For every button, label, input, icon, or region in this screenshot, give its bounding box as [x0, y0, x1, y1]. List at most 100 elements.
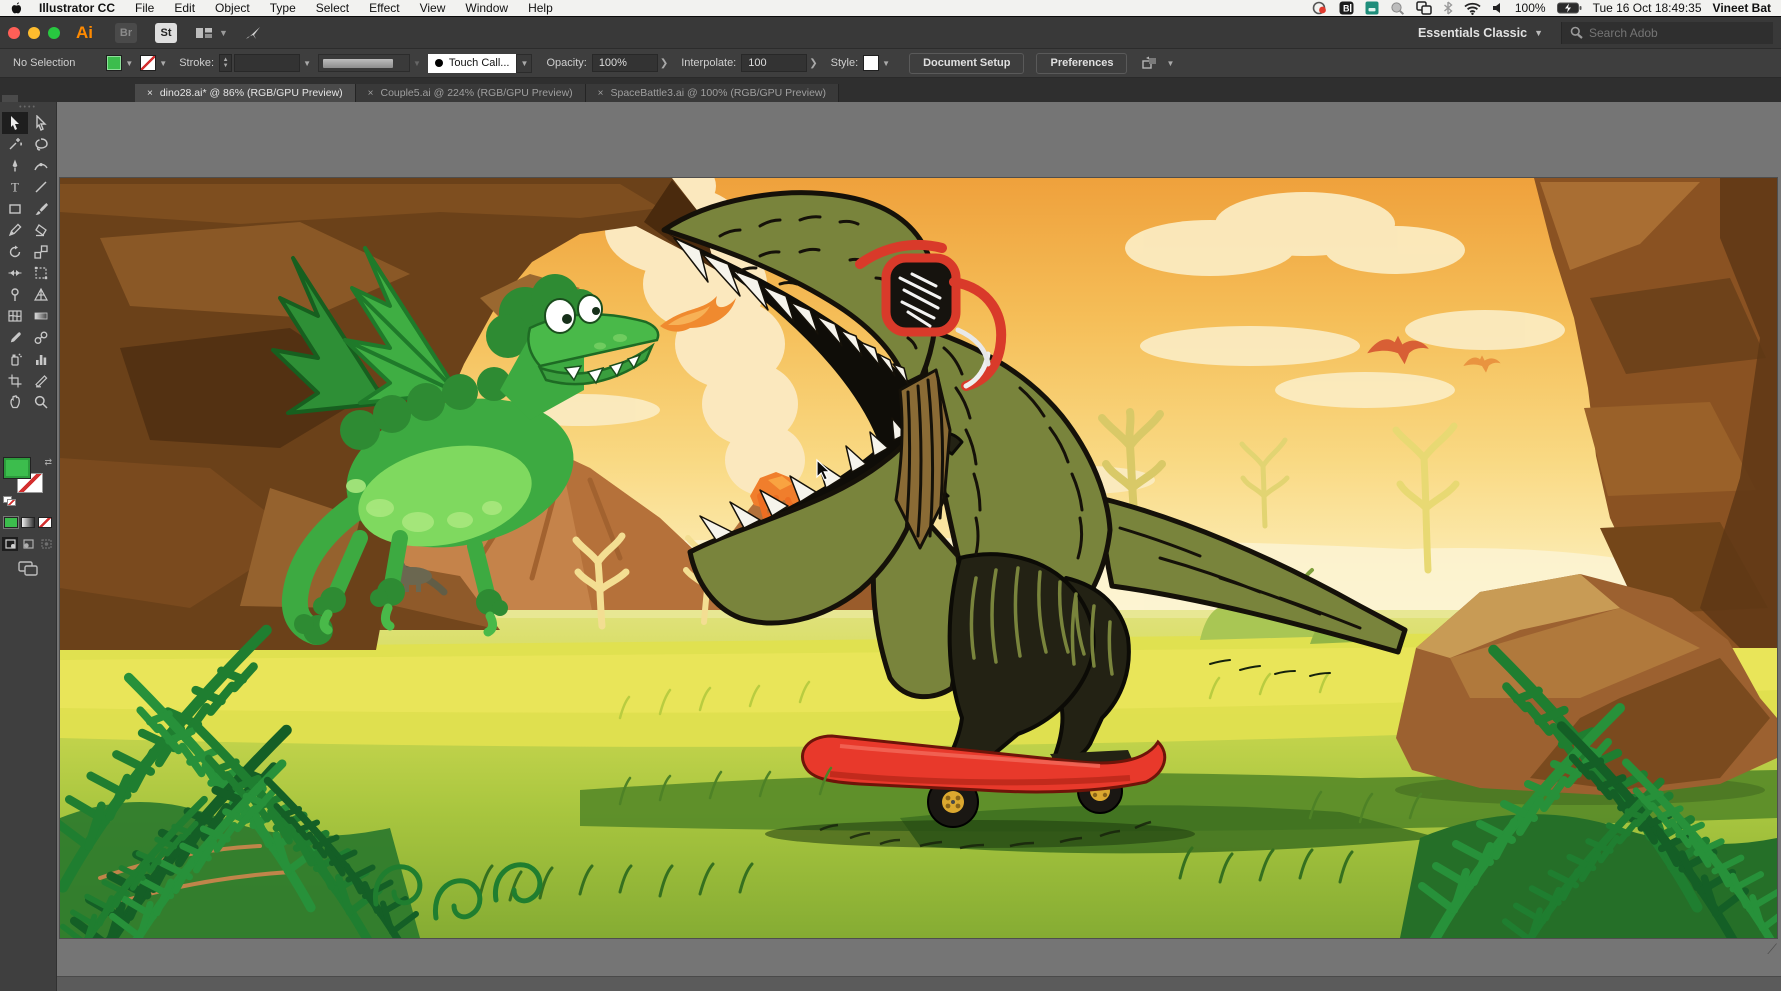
- tool-puppet-warp[interactable]: [2, 284, 28, 306]
- resize-grip[interactable]: ⟋: [1767, 941, 1777, 958]
- teal-app-icon[interactable]: [1365, 1, 1379, 15]
- search-input[interactable]: [1589, 26, 1739, 40]
- close-icon[interactable]: ×: [147, 88, 153, 99]
- chevron-down-icon[interactable]: ▼: [303, 59, 311, 68]
- stroke-weight-stepper[interactable]: ▲▼: [219, 54, 232, 72]
- chevron-right-icon[interactable]: ❯: [809, 58, 817, 69]
- tool-pencil[interactable]: [2, 220, 28, 242]
- arrange-documents-icon[interactable]: ▼: [1141, 56, 1181, 71]
- chevron-down-icon[interactable]: ▼: [882, 59, 890, 68]
- tool-line-segment[interactable]: [28, 177, 54, 199]
- close-icon[interactable]: ×: [598, 88, 604, 99]
- minimize-window-button[interactable]: [28, 27, 40, 39]
- menu-help[interactable]: Help: [528, 1, 553, 15]
- tool-eraser[interactable]: [28, 220, 54, 242]
- draw-normal-button[interactable]: [2, 537, 18, 551]
- tool-column-graph[interactable]: [28, 349, 54, 371]
- opacity-field[interactable]: 100%: [592, 54, 658, 72]
- tool-eyedropper[interactable]: [2, 327, 28, 349]
- document-tab-spacebattle3[interactable]: × SpaceBattle3.ai @ 100% (RGB/GPU Previe…: [586, 84, 839, 102]
- display-mirroring-icon[interactable]: [1416, 1, 1432, 15]
- width-profile-dropdown[interactable]: [318, 54, 410, 72]
- bluetooth-icon[interactable]: [1443, 1, 1453, 15]
- tool-type[interactable]: T: [2, 177, 28, 199]
- chevron-right-icon[interactable]: ❯: [660, 58, 668, 69]
- tool-symbol-sprayer[interactable]: [2, 349, 28, 371]
- adobe-stock-button[interactable]: St: [155, 23, 177, 43]
- tool-paintbrush[interactable]: [28, 198, 54, 220]
- tool-hand[interactable]: [2, 392, 28, 414]
- wifi-icon[interactable]: [1464, 2, 1481, 15]
- draw-inside-button[interactable]: [38, 537, 54, 551]
- bridge-button[interactable]: Br: [115, 23, 137, 43]
- menubar-user[interactable]: Vineet Bat: [1713, 1, 1771, 15]
- document-setup-button[interactable]: Document Setup: [909, 53, 1024, 74]
- menu-window[interactable]: Window: [465, 1, 508, 15]
- menu-select[interactable]: Select: [316, 1, 349, 15]
- tool-zoom[interactable]: [28, 392, 54, 414]
- menu-view[interactable]: View: [420, 1, 446, 15]
- interpolate-field[interactable]: 100: [741, 54, 807, 72]
- tool-magic-wand[interactable]: [2, 134, 28, 156]
- battery-charging-icon[interactable]: [1557, 2, 1582, 14]
- chevron-down-icon[interactable]: ▼: [159, 59, 167, 68]
- fill-swatch[interactable]: [3, 457, 31, 479]
- volume-icon[interactable]: [1492, 2, 1504, 14]
- tool-free-transform[interactable]: [28, 263, 54, 285]
- close-icon[interactable]: ×: [368, 88, 374, 99]
- screen-recorder-icon[interactable]: [1312, 1, 1328, 15]
- search-box[interactable]: [1561, 22, 1773, 44]
- tool-artboard[interactable]: [2, 370, 28, 392]
- chevron-down-icon[interactable]: ▼: [413, 59, 421, 68]
- tool-selection[interactable]: [2, 112, 28, 134]
- menu-effect[interactable]: Effect: [369, 1, 399, 15]
- color-mode-button[interactable]: [4, 517, 18, 528]
- tool-rectangle[interactable]: [2, 198, 28, 220]
- zoom-window-button[interactable]: [48, 27, 60, 39]
- tool-rotate[interactable]: [2, 241, 28, 263]
- chevron-down-icon[interactable]: ▼: [219, 28, 228, 38]
- chevron-down-icon[interactable]: ▼: [125, 59, 133, 68]
- document-tab-couple5[interactable]: × Couple5.ai @ 224% (RGB/GPU Preview): [356, 84, 586, 102]
- tool-lasso[interactable]: [28, 134, 54, 156]
- menu-app-name[interactable]: Illustrator CC: [39, 1, 115, 15]
- gradient-mode-button[interactable]: [21, 517, 35, 528]
- none-mode-button[interactable]: [38, 517, 52, 528]
- tool-gradient[interactable]: [28, 306, 54, 328]
- tool-direct-selection[interactable]: [28, 112, 54, 134]
- tool-blend[interactable]: [28, 327, 54, 349]
- arrange-documents-icon[interactable]: [195, 26, 213, 40]
- tool-pen[interactable]: [2, 155, 28, 177]
- spotlight-icon[interactable]: [1390, 1, 1405, 16]
- menubar-clock[interactable]: Tue 16 Oct 18:49:35: [1593, 1, 1702, 15]
- tool-slice[interactable]: [28, 370, 54, 392]
- close-window-button[interactable]: [8, 27, 20, 39]
- tool-scale[interactable]: [28, 241, 54, 263]
- artboard-canvas[interactable]: [60, 178, 1777, 938]
- document-tab-dino28[interactable]: × dino28.ai* @ 86% (RGB/GPU Preview): [135, 84, 356, 102]
- chevron-down-icon[interactable]: ▼: [516, 54, 532, 73]
- style-swatch[interactable]: [863, 55, 879, 71]
- draw-behind-button[interactable]: [20, 537, 36, 551]
- stroke-weight-field[interactable]: [234, 54, 300, 72]
- boom-app-icon[interactable]: B: [1339, 1, 1354, 15]
- preferences-button[interactable]: Preferences: [1036, 53, 1127, 74]
- tool-curvature[interactable]: [28, 155, 54, 177]
- change-screen-mode-button[interactable]: [0, 561, 56, 576]
- swap-fill-stroke-icon[interactable]: ⇄: [44, 457, 52, 468]
- brush-definition-combo[interactable]: Touch Call...: [428, 54, 517, 73]
- fill-color-swatch[interactable]: [106, 55, 122, 71]
- menu-object[interactable]: Object: [215, 1, 250, 15]
- horizontal-scrollbar-track[interactable]: [57, 976, 1781, 991]
- tool-perspective-grid[interactable]: [28, 284, 54, 306]
- stroke-color-swatch[interactable]: [140, 55, 156, 71]
- menu-file[interactable]: File: [135, 1, 154, 15]
- default-stroke-mini[interactable]: [7, 499, 16, 506]
- menu-edit[interactable]: Edit: [174, 1, 195, 15]
- share-icon[interactable]: [244, 25, 262, 41]
- tool-mesh[interactable]: [2, 306, 28, 328]
- menu-type[interactable]: Type: [270, 1, 296, 15]
- apple-menu-icon[interactable]: [10, 1, 23, 15]
- tool-width[interactable]: [2, 263, 28, 285]
- workspace-switcher[interactable]: Essentials Classic ▼: [1418, 26, 1543, 40]
